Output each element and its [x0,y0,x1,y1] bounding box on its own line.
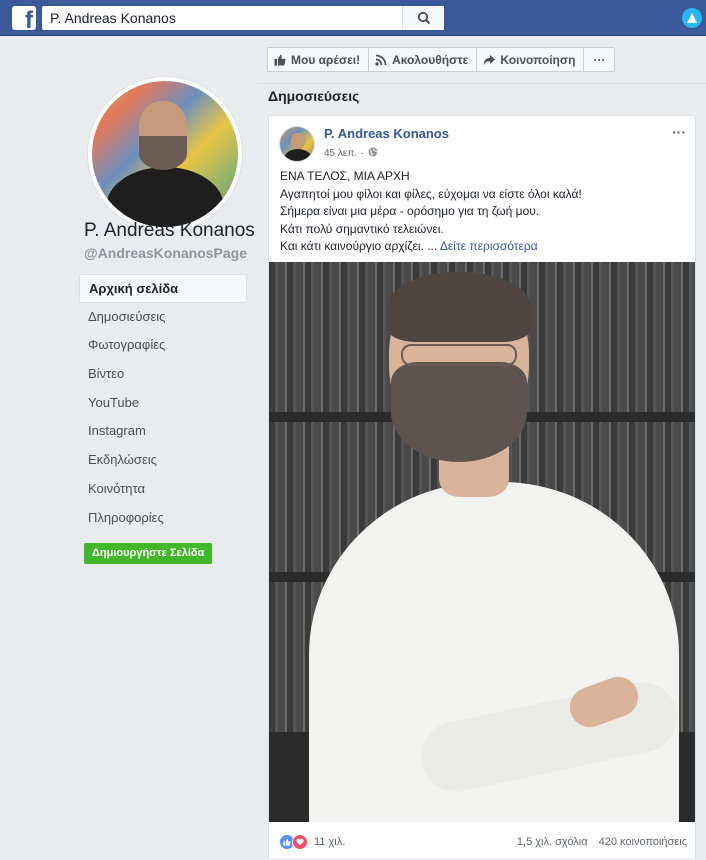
like-page-button[interactable]: Μου αρέσει! [267,47,370,72]
thumbs-up-icon [274,54,286,66]
nav-item-community[interactable]: Κοινότητα [79,475,247,504]
photo-glasses [401,344,517,366]
share-arrow-icon [483,54,496,66]
nav-item-home[interactable]: Αρχική σελίδα [79,274,247,303]
avatar-head [291,133,305,149]
share-label: Κοινοποίηση [500,52,576,67]
post-meta: 45 λεπ. · [324,147,378,160]
post-card: P. Andreas Konanos 45 λεπ. · ··· ΕΝΑ ΤΕΛ… [268,115,696,860]
search-button[interactable] [402,6,444,30]
more-actions-button[interactable]: ··· [583,47,616,72]
see-more-link[interactable]: Δείτε περισσότερα [440,239,538,253]
search-icon [417,11,430,25]
profile-photo-body [106,167,224,227]
profile-picture[interactable] [87,76,243,232]
comments-count[interactable]: 1,5 χιλ. σχόλια [517,836,588,848]
rss-icon [375,54,387,66]
post-text: ΕΝΑ ΤΕΛΟΣ, ΜΙΑ ΑΡΧΗ Αγαπητοί μου φίλοι κ… [280,168,690,256]
share-button[interactable]: Κοινοποίηση [476,47,585,72]
more-dots-icon: ··· [593,52,606,67]
create-page-button[interactable]: Δημιουργήστε Σελίδα [84,543,213,564]
avatar-body [284,149,312,161]
photo-beard [391,362,527,462]
shares-count[interactable]: 420 κοινοποιήσεις [599,836,687,848]
nav-item-youtube[interactable]: YouTube [79,389,247,418]
profile-photo-image [92,81,238,227]
like-page-label: Μου αρέσει! [291,52,361,67]
profile-photo-beard [139,136,187,170]
page-handle[interactable]: @AndreasKonanosPage [84,245,247,261]
post-text-line-last: Και κάτι καινούργιο αρχίζει. ... Δείτε π… [280,238,690,256]
post-options-icon[interactable]: ··· [672,125,686,139]
extension-icon[interactable] [682,8,702,28]
post-text-line: Και κάτι καινούργιο αρχίζει. ... [280,239,438,254]
photo-hair [387,272,531,342]
post-text-line: Σήμερα είναι μια μέρα - ορόσημο για τη ζ… [280,204,540,219]
nav-item-about[interactable]: Πληροφορίες [79,504,247,533]
nav-item-instagram[interactable]: Instagram [79,417,247,446]
post-author-avatar[interactable] [279,126,315,162]
divider [258,83,706,84]
nav-item-photos[interactable]: Φωτογραφίες [79,331,247,360]
globe-icon[interactable] [368,147,378,160]
post-text-line: Αγαπητοί μου φίλοι και φίλες, εύχομαι να… [280,186,582,201]
post-stats: 1,5 χιλ. σχόλια 420 κοινοποιήσεις [517,836,687,848]
facebook-logo-icon[interactable]: f [12,6,36,30]
facebook-logo-letter: f [25,7,33,31]
top-navigation-bar: f [0,0,706,36]
meta-separator: · [361,148,365,159]
post-footer: 11 χιλ. 1,5 χιλ. σχόλια 420 κοινοποιήσει… [279,832,687,852]
post-timestamp[interactable]: 45 λεπ. [324,148,357,159]
section-title-posts: Δημοσιεύσεις [268,88,360,104]
page-name[interactable]: P. Andreas Konanos [84,220,255,242]
post-photo[interactable] [269,262,695,822]
follow-button[interactable]: Ακολουθήστε [368,47,478,72]
post-text-line: ΕΝΑ ΤΕΛΟΣ, ΜΙΑ ΑΡΧΗ [280,169,410,183]
search-input[interactable] [42,6,402,30]
heart-reaction-icon[interactable] [292,834,308,850]
search-bar [42,6,444,30]
page-action-bar: Μου αρέσει! Ακολουθήστε Κοινοποίηση ··· [267,47,616,72]
nav-item-events[interactable]: Εκδηλώσεις [79,446,247,475]
nav-item-posts[interactable]: Δημοσιεύσεις [79,303,247,332]
page-navigation: Αρχική σελίδα Δημοσιεύσεις Φωτογραφίες Β… [79,274,247,532]
nav-item-videos[interactable]: Βίντεο [79,360,247,389]
follow-label: Ακολουθήστε [392,52,469,67]
left-sidebar: P. Andreas Konanos @AndreasKonanosPage Α… [0,36,258,860]
reactions-count[interactable]: 11 χιλ. [314,836,345,848]
post-author-name[interactable]: P. Andreas Konanos [324,126,449,141]
post-text-line: Κάτι πολύ σημαντικό τελειώνει. [280,221,444,236]
